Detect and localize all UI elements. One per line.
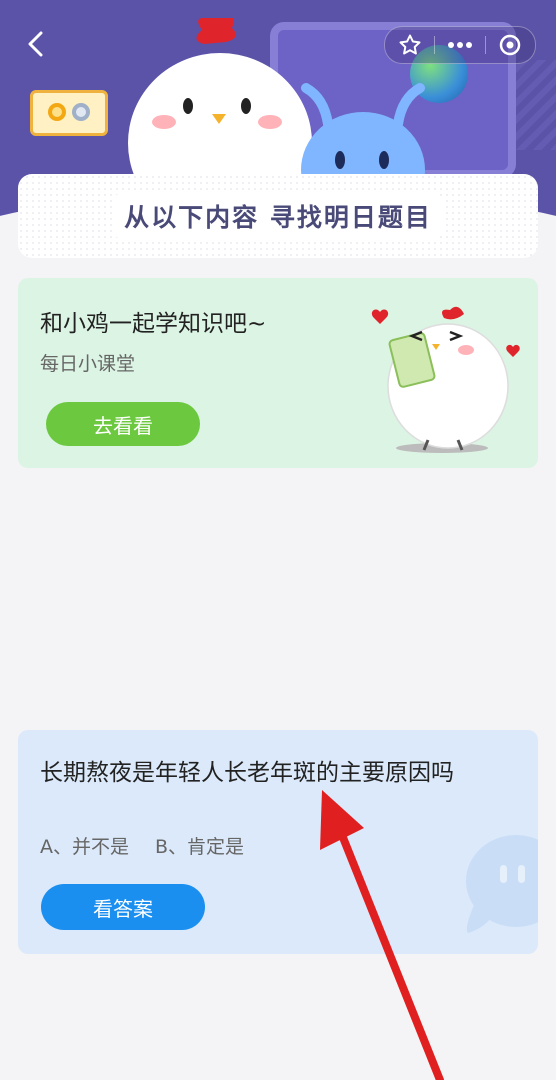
learn-card-title: 和小鸡一起学知识吧~ — [40, 311, 267, 337]
go-see-button[interactable]: 去看看 — [46, 402, 200, 446]
banner-title: 从以下内容 寻找明日题目 — [114, 194, 442, 238]
star-icon — [399, 34, 421, 55]
target-icon — [500, 34, 521, 56]
close-button[interactable] — [486, 27, 535, 63]
more-button[interactable] — [435, 27, 484, 63]
quiz-card: 长期熬夜是年轻人长老年斑的主要原因吗 A、并不是 B、肯定是 看答案 — [18, 730, 538, 954]
chick-drinking-illustration — [371, 306, 520, 453]
option-a: A、并不是 — [40, 836, 129, 858]
back-button[interactable] — [18, 24, 52, 64]
quiz-question: 长期熬夜是年轻人长老年斑的主要原因吗 — [40, 760, 454, 786]
learn-card: 和小鸡一起学知识吧~ 每日小课堂 去看看 — [18, 278, 538, 468]
quiz-options: A、并不是 B、肯定是 — [40, 832, 244, 859]
medal-badge-icon — [30, 90, 108, 136]
banner-title-bar: 从以下内容 寻找明日题目 — [18, 174, 538, 258]
chevron-left-icon — [28, 31, 43, 57]
favorite-button[interactable] — [385, 27, 434, 63]
view-answer-button[interactable]: 看答案 — [41, 884, 205, 930]
mini-program-capsule — [384, 26, 536, 64]
learn-card-subtitle: 每日小课堂 — [40, 353, 136, 375]
chat-bubble-icon — [466, 835, 538, 933]
option-b: B、肯定是 — [155, 836, 245, 858]
ellipsis-icon — [447, 42, 472, 48]
